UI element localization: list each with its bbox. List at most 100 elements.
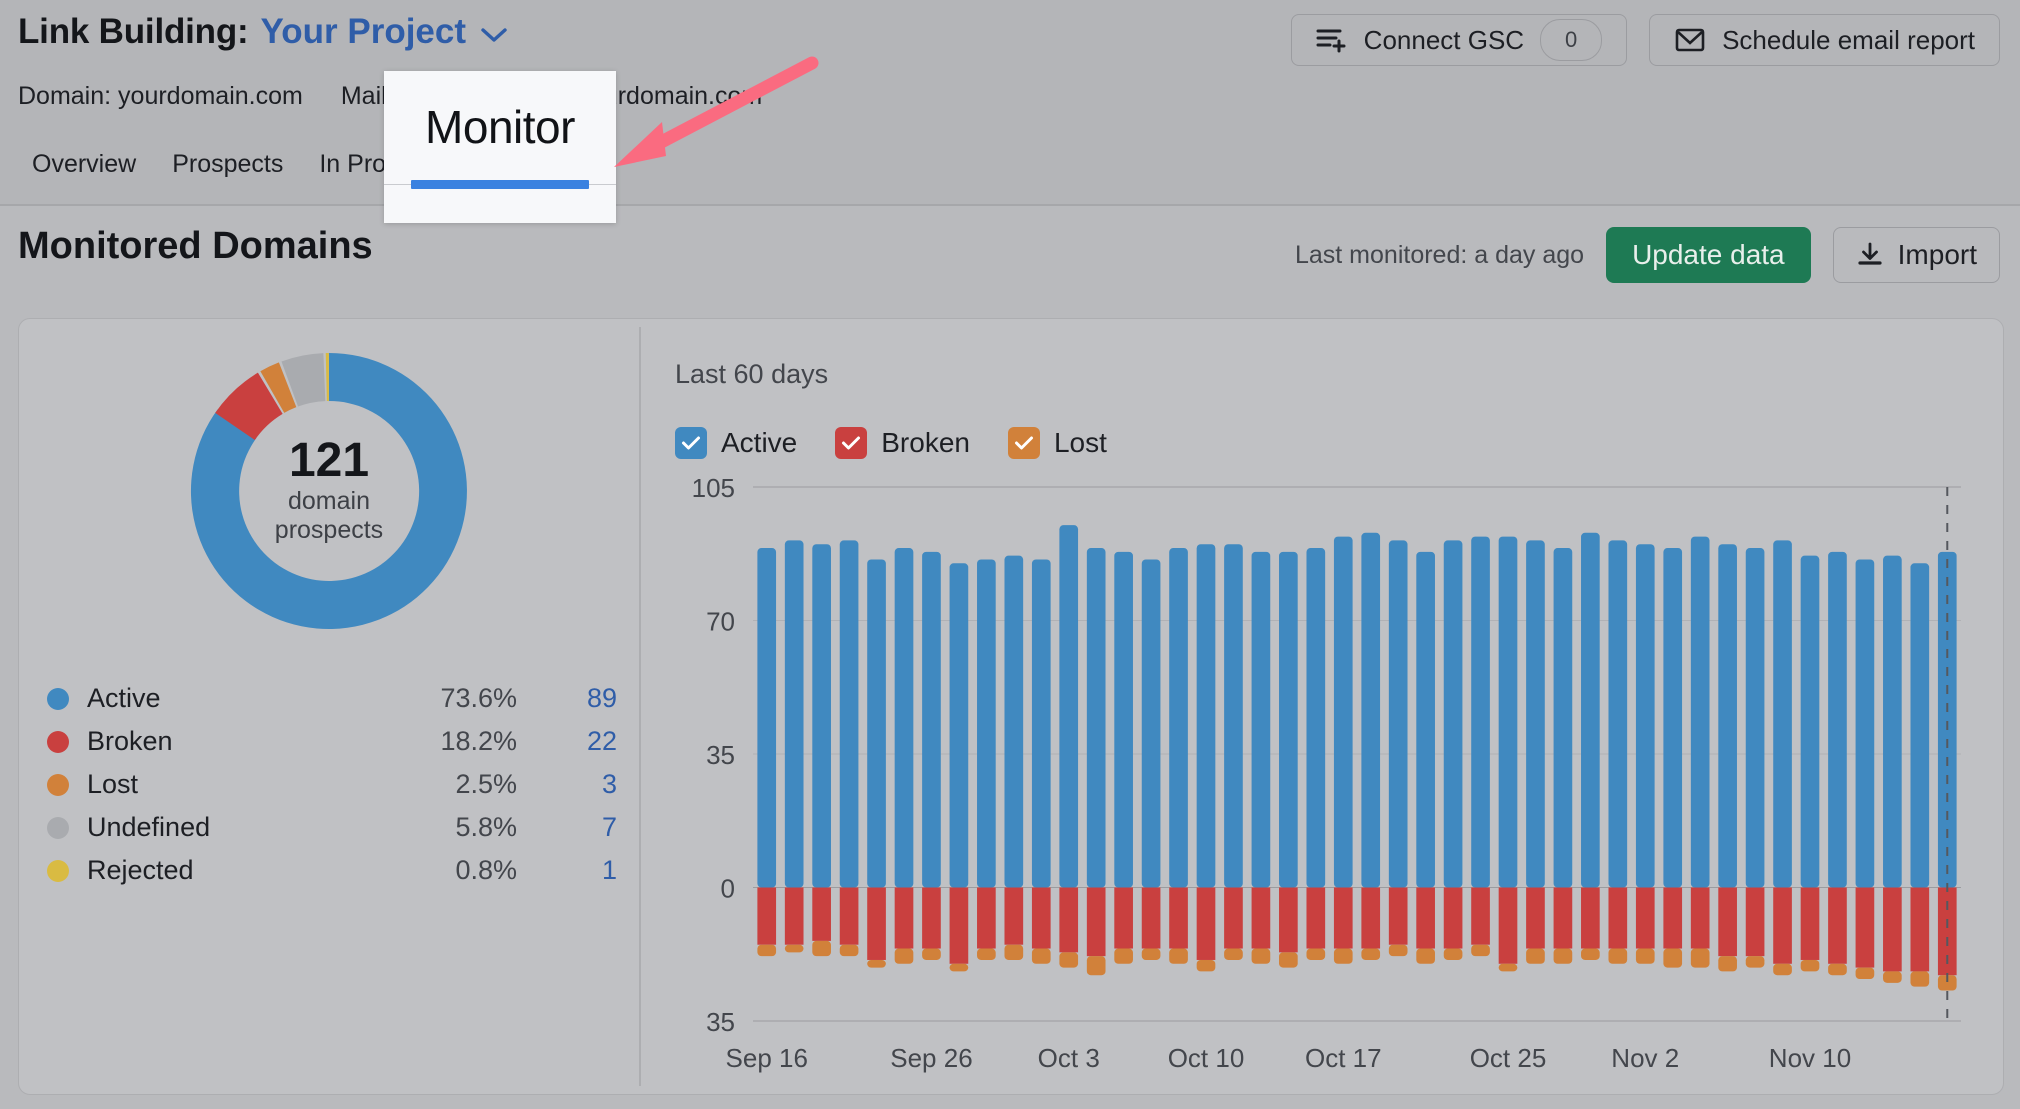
- bar-lost[interactable]: [1663, 949, 1682, 968]
- bar-broken[interactable]: [785, 888, 804, 945]
- bar-active[interactable]: [1004, 556, 1023, 888]
- bar-active[interactable]: [1554, 548, 1573, 887]
- bar-active[interactable]: [1444, 540, 1463, 887]
- bar-broken[interactable]: [1773, 888, 1792, 964]
- bar-broken[interactable]: [1608, 888, 1627, 949]
- bar-lost[interactable]: [1581, 949, 1600, 960]
- bar-broken[interactable]: [922, 888, 941, 949]
- legend-count[interactable]: 1: [517, 855, 617, 886]
- bar-active[interactable]: [1169, 548, 1188, 887]
- bar-broken[interactable]: [1856, 888, 1875, 968]
- bar-broken[interactable]: [1444, 888, 1463, 949]
- project-name-link[interactable]: Your Project: [261, 12, 467, 52]
- bar-broken[interactable]: [1361, 888, 1380, 949]
- schedule-email-report-button[interactable]: Schedule email report: [1649, 14, 2000, 66]
- bar-lost[interactable]: [1773, 964, 1792, 975]
- checkbox-broken[interactable]: [835, 427, 867, 459]
- bar-broken[interactable]: [757, 888, 776, 945]
- bar-lost[interactable]: [1801, 960, 1820, 971]
- bar-active[interactable]: [1883, 556, 1902, 888]
- bar-lost[interactable]: [1526, 949, 1545, 964]
- bar-broken[interactable]: [1471, 888, 1490, 945]
- bar-active[interactable]: [1389, 540, 1408, 887]
- bar-broken[interactable]: [1087, 888, 1106, 957]
- bar-broken[interactable]: [895, 888, 914, 949]
- bar-active[interactable]: [1718, 544, 1737, 887]
- bar-active[interactable]: [1471, 537, 1490, 888]
- bar-lost[interactable]: [1883, 971, 1902, 982]
- bar-active[interactable]: [1279, 552, 1298, 888]
- bar-broken[interactable]: [1883, 888, 1902, 972]
- bar-lost[interactable]: [1059, 952, 1078, 967]
- bar-active[interactable]: [1856, 559, 1875, 887]
- bar-lost[interactable]: [1169, 949, 1188, 964]
- bar-lost[interactable]: [1910, 971, 1929, 986]
- bar-broken[interactable]: [1169, 888, 1188, 949]
- bar-lost[interactable]: [1224, 949, 1243, 960]
- bar-lost[interactable]: [1004, 945, 1023, 960]
- legend-count[interactable]: 3: [517, 769, 617, 800]
- list-item[interactable]: Active 73.6% 89: [47, 677, 617, 720]
- bar-active[interactable]: [840, 540, 859, 887]
- bar-lost[interactable]: [1608, 949, 1627, 964]
- bar-broken[interactable]: [1691, 888, 1710, 949]
- bar-broken[interactable]: [1059, 888, 1078, 953]
- bar-broken[interactable]: [1663, 888, 1682, 949]
- bar-lost[interactable]: [977, 949, 996, 960]
- bar-active[interactable]: [757, 548, 776, 887]
- bar-lost[interactable]: [1334, 949, 1353, 964]
- bar-broken[interactable]: [1279, 888, 1298, 953]
- series-toggle-broken[interactable]: Broken: [835, 427, 970, 459]
- bar-active[interactable]: [922, 552, 941, 888]
- bar-lost[interactable]: [1306, 949, 1325, 960]
- bar-active[interactable]: [1910, 563, 1929, 887]
- bar-lost[interactable]: [1416, 949, 1435, 964]
- bar-active[interactable]: [1361, 533, 1380, 888]
- bar-active[interactable]: [1334, 537, 1353, 888]
- bar-active[interactable]: [785, 540, 804, 887]
- bar-lost[interactable]: [1554, 949, 1573, 964]
- checkbox-lost[interactable]: [1008, 427, 1040, 459]
- bar-broken[interactable]: [1142, 888, 1161, 949]
- bar-active[interactable]: [812, 544, 831, 887]
- connect-gsc-button[interactable]: Connect GSC 0: [1291, 14, 1627, 66]
- bar-active[interactable]: [1526, 540, 1545, 887]
- bar-active[interactable]: [895, 548, 914, 887]
- bar-active[interactable]: [1224, 544, 1243, 887]
- bar-lost[interactable]: [1499, 964, 1518, 972]
- bar-broken[interactable]: [1499, 888, 1518, 964]
- bar-broken[interactable]: [1718, 888, 1737, 957]
- bar-lost[interactable]: [1718, 956, 1737, 971]
- bar-lost[interactable]: [1032, 949, 1051, 964]
- update-data-button[interactable]: Update data: [1606, 227, 1811, 283]
- bar-lost[interactable]: [1114, 949, 1133, 964]
- bar-lost[interactable]: [1361, 949, 1380, 960]
- bar-lost[interactable]: [1856, 968, 1875, 979]
- bar-broken[interactable]: [1526, 888, 1545, 949]
- bar-lost[interactable]: [895, 949, 914, 964]
- list-item[interactable]: Lost 2.5% 3: [47, 763, 617, 806]
- bar-active[interactable]: [1306, 548, 1325, 887]
- bar-lost[interactable]: [812, 941, 831, 956]
- bar-broken[interactable]: [1306, 888, 1325, 949]
- chevron-down-icon[interactable]: [480, 26, 508, 44]
- bar-active[interactable]: [1252, 552, 1271, 888]
- list-item[interactable]: Undefined 5.8% 7: [47, 806, 617, 849]
- bar-broken[interactable]: [1801, 888, 1820, 960]
- bar-broken[interactable]: [950, 888, 969, 964]
- bar-active[interactable]: [1636, 544, 1655, 887]
- bar-broken[interactable]: [1252, 888, 1271, 949]
- bar-broken[interactable]: [1389, 888, 1408, 945]
- list-item[interactable]: Rejected 0.8% 1: [47, 849, 617, 892]
- bar-lost[interactable]: [1471, 945, 1490, 956]
- bar-lost[interactable]: [867, 960, 886, 968]
- monitor-tab-callout-label[interactable]: Monitor: [425, 100, 575, 154]
- bar-lost[interactable]: [1691, 949, 1710, 968]
- tab-prospects[interactable]: Prospects: [154, 150, 301, 193]
- bar-active[interactable]: [1581, 533, 1600, 888]
- bar-active[interactable]: [1142, 559, 1161, 887]
- bar-broken[interactable]: [1197, 888, 1216, 960]
- bar-lost[interactable]: [950, 964, 969, 972]
- bar-broken[interactable]: [1636, 888, 1655, 949]
- bar-lost[interactable]: [1087, 956, 1106, 975]
